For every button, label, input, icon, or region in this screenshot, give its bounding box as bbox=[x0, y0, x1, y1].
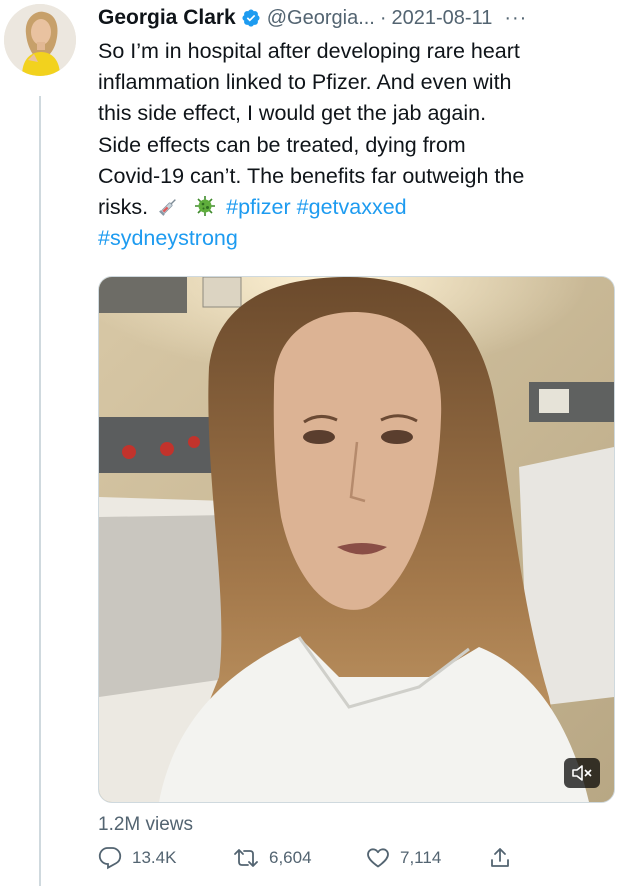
mute-toggle-button[interactable] bbox=[564, 758, 600, 788]
thread-line bbox=[39, 96, 41, 886]
speaker-muted-icon bbox=[572, 765, 592, 781]
hashtag-link[interactable]: #sydneystrong bbox=[98, 226, 238, 250]
separator-dot: · bbox=[379, 6, 387, 29]
tweet-text-line: inflammation linked to Pfizer. And even … bbox=[98, 70, 512, 95]
verified-badge-icon bbox=[241, 8, 261, 28]
tweet-header: Georgia Clark @Georgia... · 2021-08-11 ·… bbox=[98, 0, 618, 36]
video-frame bbox=[99, 277, 614, 802]
more-options-icon[interactable]: ··· bbox=[504, 7, 527, 30]
like-button[interactable]: 7,114 bbox=[366, 846, 441, 870]
tweet-date[interactable]: 2021-08-11 bbox=[392, 7, 493, 30]
share-button[interactable] bbox=[488, 846, 522, 870]
retweet-count: 6,604 bbox=[269, 848, 312, 867]
tweet-text-line: this side effect, I would get the jab ag… bbox=[98, 101, 487, 126]
syringe-icon bbox=[158, 195, 180, 217]
avatar[interactable] bbox=[4, 4, 76, 76]
view-count: 1.2M views bbox=[98, 814, 194, 835]
retweet-button[interactable]: 6,604 bbox=[233, 846, 312, 870]
tweet-text-line: Covid-19 can’t. The benefits far outweig… bbox=[98, 163, 525, 188]
tweet-text-line: So I’m in hospital after developing rare… bbox=[98, 39, 520, 63]
microbe-icon bbox=[194, 195, 216, 217]
tweet-text-risks: risks. bbox=[98, 195, 149, 220]
reply-icon bbox=[98, 847, 122, 870]
author-handle[interactable]: @Georgia... bbox=[267, 7, 375, 30]
tweet-text-line: #sydneystrong bbox=[98, 223, 618, 254]
tweet-actions: 13.4K 6,604 7,114 bbox=[98, 846, 578, 880]
tweet-body: Georgia Clark @Georgia... · 2021-08-11 ·… bbox=[98, 0, 618, 870]
tweet-text-last-line: risks. #pfizer #getvaxxed bbox=[98, 192, 618, 223]
author-name[interactable]: Georgia Clark bbox=[98, 6, 236, 30]
video-player[interactable] bbox=[98, 276, 615, 803]
reply-button[interactable]: 13.4K bbox=[98, 846, 176, 870]
heart-icon bbox=[367, 848, 389, 868]
hashtag-link[interactable]: #getvaxxed bbox=[297, 195, 407, 219]
tweet-text: So I’m in hospital after developing rare… bbox=[98, 36, 618, 254]
like-count: 7,114 bbox=[400, 848, 442, 867]
reply-count: 13.4K bbox=[132, 848, 177, 867]
retweet-icon bbox=[234, 849, 258, 867]
tweet-text-line: Side effects can be treated, dying from bbox=[98, 132, 466, 157]
share-icon bbox=[491, 848, 509, 867]
hashtag-link[interactable]: #pfizer bbox=[226, 195, 291, 219]
